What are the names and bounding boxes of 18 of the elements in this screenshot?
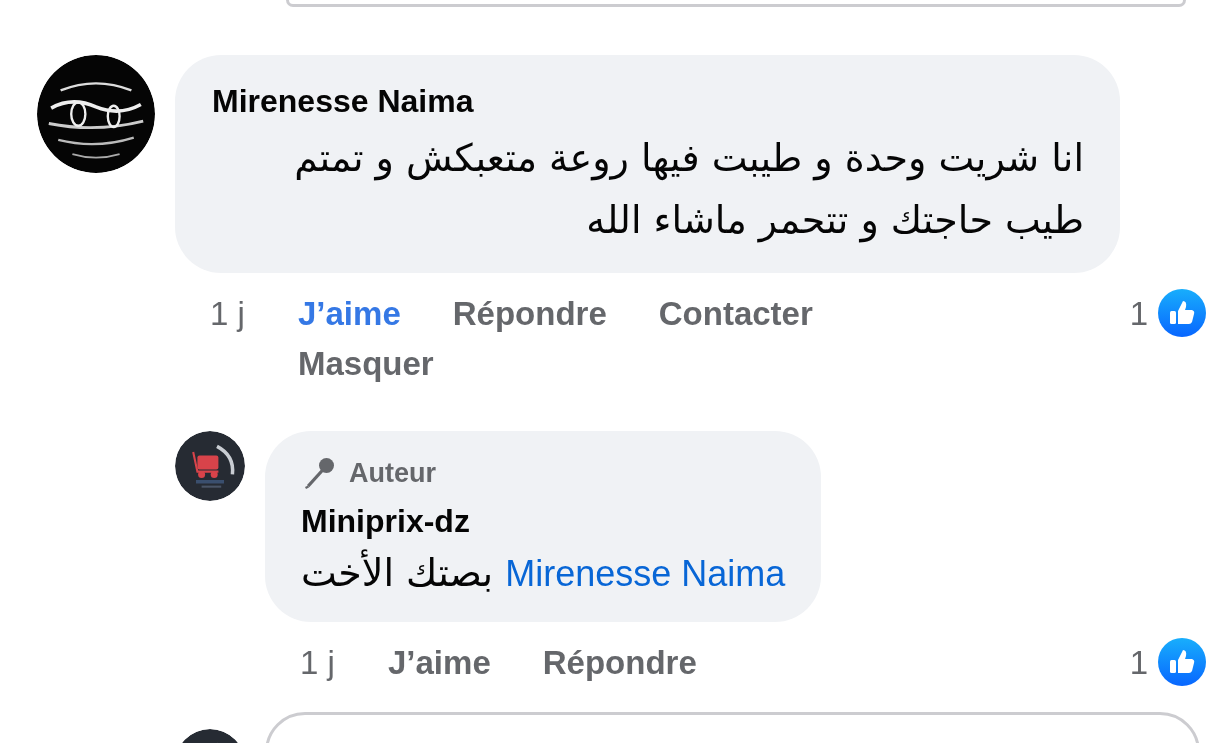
- comment-field[interactable]: [286, 0, 1186, 7]
- reply-link[interactable]: Répondre: [542, 638, 697, 688]
- thumbs-up-icon[interactable]: [1158, 289, 1206, 337]
- reaction-count: 1: [1129, 294, 1148, 334]
- timestamp: 1 j: [300, 643, 336, 683]
- action-link[interactable]: Masquer: [298, 339, 434, 389]
- like-link[interactable]: J’aime: [298, 289, 401, 339]
- timestamp: 1 j: [210, 294, 246, 334]
- thumbs-up-icon[interactable]: [1158, 638, 1206, 686]
- like-link[interactable]: J’aime: [388, 638, 491, 688]
- author-label: Auteur: [349, 457, 436, 490]
- action-link[interactable]: Contacter: [658, 289, 813, 339]
- comment-text: انا شريت وحدة و طيبت فيها روعة متعبكش و تمتم طيب حاجتك و تتحمر ماشاء الله: [293, 135, 1084, 245]
- author-name[interactable]: Mirenesse Naima: [212, 81, 1084, 121]
- author-name[interactable]: Miniprix-dz: [301, 501, 786, 541]
- mention-link[interactable]: Mirenesse Naima: [505, 553, 786, 594]
- reaction-count: 1: [1129, 643, 1148, 683]
- reply-link[interactable]: Répondre: [452, 289, 607, 339]
